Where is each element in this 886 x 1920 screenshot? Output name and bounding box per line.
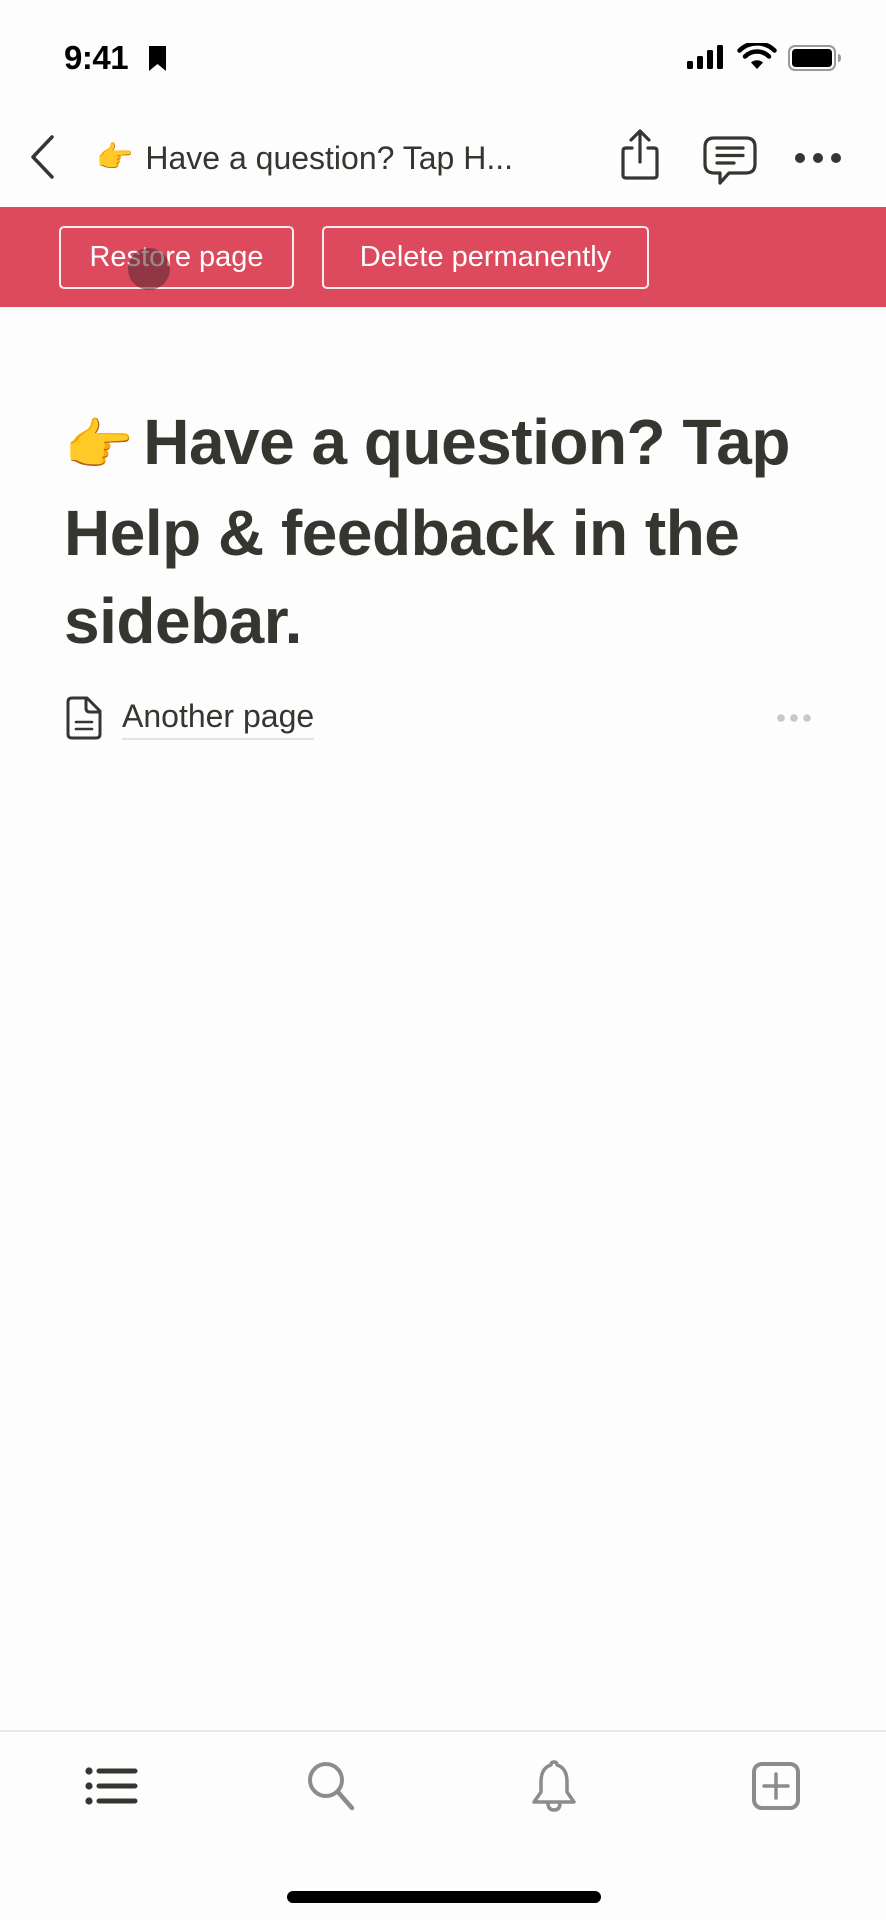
- nav-page-title[interactable]: 👉 Have a question? Tap H...: [96, 136, 513, 180]
- page-title-text: Have a question? Tap Help & feedback in …: [64, 406, 790, 657]
- tab-search[interactable]: [296, 1752, 368, 1820]
- share-button[interactable]: [612, 126, 668, 184]
- block-more-button[interactable]: [772, 706, 818, 730]
- tab-bar-divider: [0, 1730, 886, 1732]
- new-page-icon: [752, 1762, 800, 1810]
- back-button[interactable]: [24, 132, 60, 182]
- comments-button[interactable]: [700, 132, 760, 188]
- chevron-left-icon: [31, 135, 54, 179]
- status-time: 9:41: [64, 39, 129, 76]
- page-title[interactable]: 👉 Have a question? Tap Help & feedback in…: [64, 398, 854, 665]
- cellular-signal-icon: [687, 45, 723, 69]
- page-link-label: Another page: [122, 696, 315, 740]
- page-emoji-icon: 👉: [96, 141, 134, 174]
- more-horizontal-icon: [795, 153, 841, 163]
- restore-page-button[interactable]: Restore page: [59, 226, 294, 289]
- wifi-icon: [737, 43, 777, 69]
- more-options-button[interactable]: [790, 140, 846, 176]
- share-icon: [621, 129, 659, 180]
- comment-icon: [703, 136, 757, 185]
- battery-icon: [788, 45, 841, 71]
- page-link-another-page[interactable]: Another page: [64, 690, 315, 746]
- search-icon: [308, 1762, 355, 1811]
- bookmark-icon: [149, 46, 166, 71]
- tab-sidebar[interactable]: [75, 1752, 147, 1820]
- delete-permanently-button[interactable]: Delete permanently: [322, 226, 649, 289]
- home-indicator[interactable]: [287, 1891, 601, 1903]
- tab-new-page[interactable]: [740, 1752, 812, 1820]
- nav-title-text: Have a question? Tap H...: [145, 139, 513, 176]
- bell-icon: [532, 1760, 576, 1812]
- tab-updates[interactable]: [518, 1752, 590, 1820]
- list-icon: [85, 1767, 138, 1805]
- more-horizontal-icon: [777, 714, 811, 722]
- page-emoji-icon: 👉: [64, 413, 134, 476]
- trash-banner: Restore page Delete permanently: [0, 207, 886, 307]
- document-icon: [66, 696, 102, 740]
